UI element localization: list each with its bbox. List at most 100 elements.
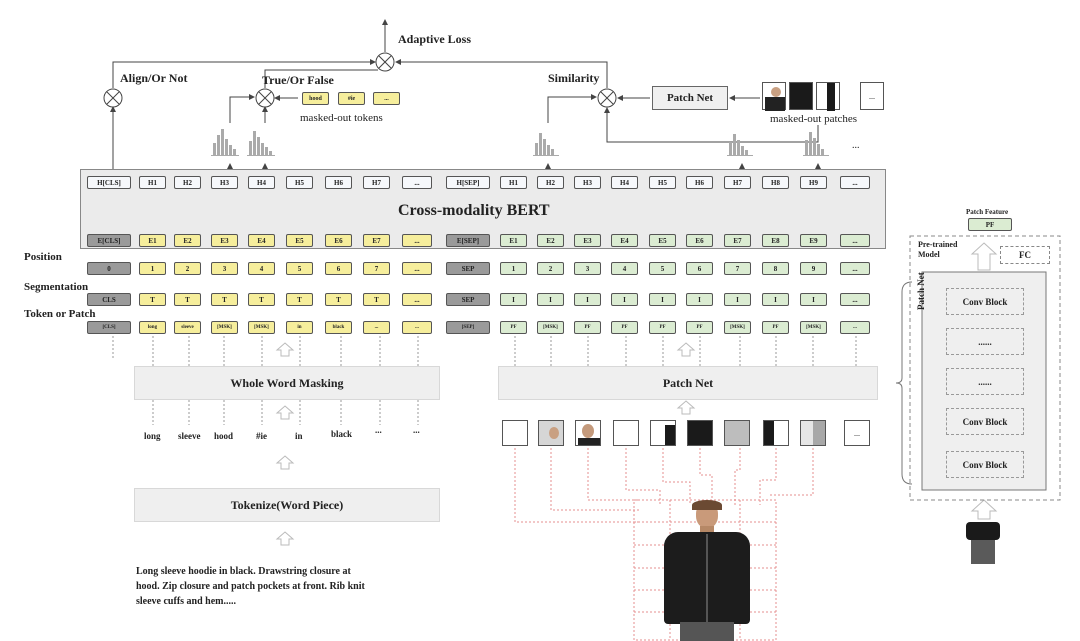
segment-box: I bbox=[537, 293, 564, 306]
patch-image bbox=[502, 420, 528, 446]
word-token: black bbox=[331, 429, 353, 439]
position-box: 7 bbox=[363, 262, 390, 275]
position-box: 6 bbox=[686, 262, 713, 275]
hidden-state-box: H2 bbox=[537, 176, 564, 189]
embedding-box: E2 bbox=[174, 234, 201, 247]
fc-box: FC bbox=[1000, 246, 1050, 264]
token-box: [MSK] bbox=[537, 321, 564, 334]
whole-word-masking-panel: Whole Word Masking bbox=[134, 366, 440, 400]
conv-block-ellipsis: ...... bbox=[946, 328, 1024, 355]
hidden-state-box: ... bbox=[402, 176, 432, 189]
position-box: 9 bbox=[800, 262, 827, 275]
hidden-state-box: H4 bbox=[248, 176, 275, 189]
pf-output-box: PF bbox=[968, 218, 1012, 231]
embedding-box: E[CLS] bbox=[87, 234, 131, 247]
segment-box: I bbox=[686, 293, 713, 306]
word-token: ... bbox=[413, 425, 420, 435]
embedding-box: E4 bbox=[248, 234, 275, 247]
position-box: ... bbox=[840, 262, 870, 275]
word-token: #ie bbox=[256, 431, 267, 441]
masked-patch-image bbox=[816, 82, 840, 111]
hidden-state-box: H7 bbox=[363, 176, 390, 189]
position-box: 6 bbox=[325, 262, 352, 275]
segmentation-label: Segmentation bbox=[24, 281, 89, 293]
pretrained-model-label: Pre-trained Model bbox=[918, 240, 958, 259]
token-box: PF bbox=[500, 321, 527, 334]
word-token: ... bbox=[375, 425, 382, 435]
segment-box: ... bbox=[402, 293, 432, 306]
segment-box: I bbox=[611, 293, 638, 306]
masked-patch-image bbox=[762, 82, 786, 111]
word-token: in bbox=[295, 431, 303, 441]
embedding-box: E3 bbox=[574, 234, 601, 247]
patch-image bbox=[575, 420, 601, 446]
position-box: SEP bbox=[446, 262, 490, 275]
embedding-box: E1 bbox=[500, 234, 527, 247]
segment-box: T bbox=[325, 293, 352, 306]
embedding-box: E7 bbox=[363, 234, 390, 247]
token-box: ... bbox=[363, 321, 390, 334]
position-box: 1 bbox=[139, 262, 166, 275]
embedding-box: E8 bbox=[762, 234, 789, 247]
hidden-state-box: H5 bbox=[286, 176, 313, 189]
position-box: 5 bbox=[649, 262, 676, 275]
embedding-box: E9 bbox=[800, 234, 827, 247]
embedding-box: E5 bbox=[286, 234, 313, 247]
similarity-label: Similarity bbox=[548, 71, 600, 85]
position-box: 2 bbox=[174, 262, 201, 275]
masked-token-chip: #ie bbox=[338, 92, 365, 105]
patch-image bbox=[650, 420, 676, 446]
token-box: long bbox=[139, 321, 166, 334]
true-false-label: True/Or False bbox=[262, 73, 334, 87]
hidden-state-box: H1 bbox=[500, 176, 527, 189]
position-label: Position bbox=[24, 251, 62, 263]
token-box: [CLS] bbox=[87, 321, 131, 334]
patch-image bbox=[763, 420, 789, 446]
token-box: ... bbox=[840, 321, 870, 334]
hidden-state-box: H4 bbox=[611, 176, 638, 189]
token-box: ... bbox=[402, 321, 432, 334]
patch-net-panel: Patch Net bbox=[498, 366, 878, 400]
token-box: PF bbox=[762, 321, 789, 334]
hidden-state-box: H6 bbox=[325, 176, 352, 189]
token-box: sleeve bbox=[174, 321, 201, 334]
token-box: PF bbox=[686, 321, 713, 334]
adaptive-loss-label: Adaptive Loss bbox=[398, 32, 472, 46]
segment-box: T bbox=[174, 293, 201, 306]
token-box: black bbox=[325, 321, 352, 334]
patch-image bbox=[687, 420, 713, 446]
segment-box: I bbox=[800, 293, 827, 306]
segment-box: SEP bbox=[446, 293, 490, 306]
word-token: hood bbox=[214, 431, 234, 441]
position-box: 0 bbox=[87, 262, 131, 275]
word-token: sleeve bbox=[178, 431, 201, 441]
conv-block: Conv Block bbox=[946, 451, 1024, 478]
token-box: PF bbox=[611, 321, 638, 334]
masked-token-chip: ... bbox=[373, 92, 400, 105]
segment-box: T bbox=[139, 293, 166, 306]
patch-image bbox=[724, 420, 750, 446]
segment-box: I bbox=[500, 293, 527, 306]
embedding-box: E6 bbox=[325, 234, 352, 247]
masked-token-chip: hood bbox=[302, 92, 329, 105]
segment-box: I bbox=[724, 293, 751, 306]
segment-box: I bbox=[649, 293, 676, 306]
word-token: long bbox=[144, 431, 161, 441]
tokenize-panel: Tokenize(Word Piece) bbox=[134, 488, 440, 522]
embedding-box: E1 bbox=[139, 234, 166, 247]
segment-box: T bbox=[211, 293, 238, 306]
position-box: 5 bbox=[286, 262, 313, 275]
segment-box: T bbox=[286, 293, 313, 306]
masked-tokens-caption: masked-out tokens bbox=[300, 112, 383, 124]
embedding-box: E[SEP] bbox=[446, 234, 490, 247]
hidden-state-box: H2 bbox=[174, 176, 201, 189]
description-line-1: Long sleeve hoodie in black. Drawstring … bbox=[136, 566, 351, 577]
conv-block: Conv Block bbox=[946, 408, 1024, 435]
segment-box: T bbox=[363, 293, 390, 306]
hidden-state-box: H7 bbox=[724, 176, 751, 189]
segment-box: I bbox=[762, 293, 789, 306]
description-line-3: sleeve cuffs and hem..... bbox=[136, 596, 236, 607]
embedding-box: E7 bbox=[724, 234, 751, 247]
bert-title: Cross-modality BERT bbox=[398, 202, 550, 219]
position-box: ... bbox=[402, 262, 432, 275]
